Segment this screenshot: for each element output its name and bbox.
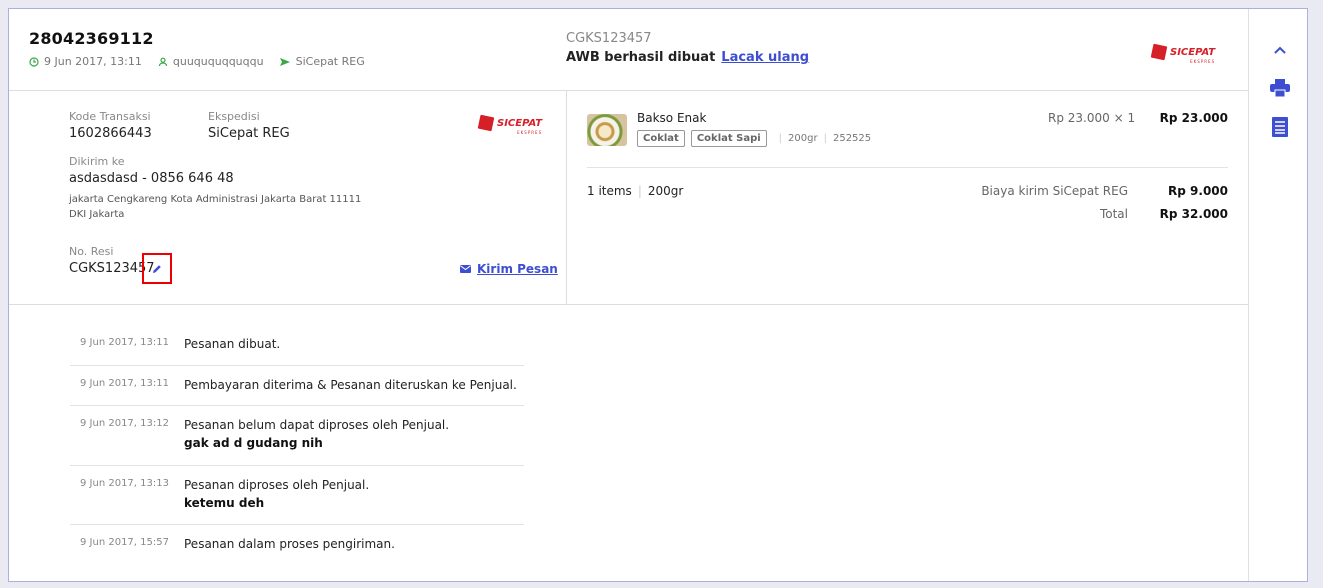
order-buyer: quuququqquqqu: [158, 55, 264, 68]
history-row: 9 Jun 2017, 13:11 Pesanan dibuat.: [70, 325, 524, 366]
clock-icon: [29, 56, 39, 67]
product-subtotal: Rp 23.000: [1159, 111, 1228, 125]
envelope-icon: [460, 265, 471, 273]
sent-to-label: Dikirim ke: [69, 155, 125, 168]
address: jakarta Cengkareng Kota Administrasi Jak…: [69, 194, 362, 220]
history-row: 9 Jun 2017, 13:12 Pesanan belum dapat di…: [70, 406, 524, 466]
history-row: 9 Jun 2017, 13:11 Pembayaran diterima & …: [70, 366, 524, 406]
print-button[interactable]: [1269, 77, 1291, 99]
awb-status: AWB berhasil dibuat Lacak ulang: [566, 50, 810, 65]
order-number: 28042369112: [29, 29, 154, 48]
product-thumbnail: [587, 114, 627, 146]
chevron-up-icon: [1274, 46, 1286, 54]
printer-icon: [1270, 79, 1290, 97]
recipient: asdasdasd - 0856 646 48: [69, 171, 234, 186]
order-courier: SiCepat REG: [279, 55, 365, 68]
transaction-label: Kode Transaksi: [69, 110, 151, 123]
product-weight: 200gr: [788, 133, 818, 144]
variant-tag: Coklat Sapi: [690, 130, 767, 147]
retrack-link[interactable]: Lacak ulang: [721, 50, 809, 65]
unit-price: Rp 23.000 × 1: [1048, 111, 1136, 125]
total-label: Total: [1099, 207, 1128, 221]
product-variants: Coklat Coklat Sapi | 200gr | 252525: [637, 130, 871, 147]
action-sidebar: [1248, 9, 1309, 581]
expedition-value: SiCepat REG: [208, 126, 290, 141]
order-body: Kode Transaksi 1602866443 Ekspedisi SiCe…: [9, 90, 1248, 305]
total-value: Rp 32.000: [1159, 207, 1228, 221]
user-icon: [158, 57, 167, 66]
product-panel: Bakso Enak Coklat Coklat Sapi | 200gr | …: [567, 90, 1248, 304]
variant-tag: Coklat: [637, 130, 685, 147]
shipment-info: Kode Transaksi 1602866443 Ekspedisi SiCe…: [9, 90, 567, 304]
send-icon: [279, 57, 290, 66]
transaction-value: 1602866443: [69, 126, 152, 141]
divider: [587, 167, 1228, 168]
order-history: 9 Jun 2017, 13:11 Pesanan dibuat. 9 Jun …: [70, 325, 524, 565]
pencil-icon: [153, 264, 161, 273]
expedition-label: Ekspedisi: [208, 110, 260, 123]
invoice-button[interactable]: [1269, 116, 1291, 138]
receipt-label: No. Resi: [69, 245, 114, 258]
sicepat-logo: SICEPAT EKSPRES: [1150, 40, 1215, 64]
order-date: 9 Jun 2017, 13:11: [29, 55, 142, 68]
product-sku: 252525: [832, 133, 872, 144]
history-row: 9 Jun 2017, 13:13 Pesanan diproses oleh …: [70, 466, 524, 525]
shipping-label: Biaya kirim SiCepat REG: [981, 184, 1128, 198]
product-name: Bakso Enak: [637, 111, 707, 125]
shipping-value: Rp 9.000: [1168, 184, 1228, 198]
history-row: 9 Jun 2017, 15:57 Pesanan dalam proses p…: [80, 537, 395, 551]
document-list-icon: [1272, 117, 1288, 137]
summary-items: 1 items | 200gr: [587, 184, 684, 198]
order-header: 28042369112 9 Jun 2017, 13:11 quuququqqu…: [9, 9, 1248, 91]
sicepat-logo-small: SICEPAT EKSPRES: [477, 111, 542, 135]
edit-receipt-button[interactable]: [142, 253, 172, 284]
collapse-button[interactable]: [1269, 39, 1291, 61]
awb-code: CGKS123457: [566, 31, 652, 46]
order-meta: 9 Jun 2017, 13:11 quuququqquqqu SiCepat …: [29, 55, 381, 68]
send-message-link[interactable]: Kirim Pesan: [460, 262, 558, 276]
order-detail-card: 28042369112 9 Jun 2017, 13:11 quuququqqu…: [8, 8, 1308, 582]
